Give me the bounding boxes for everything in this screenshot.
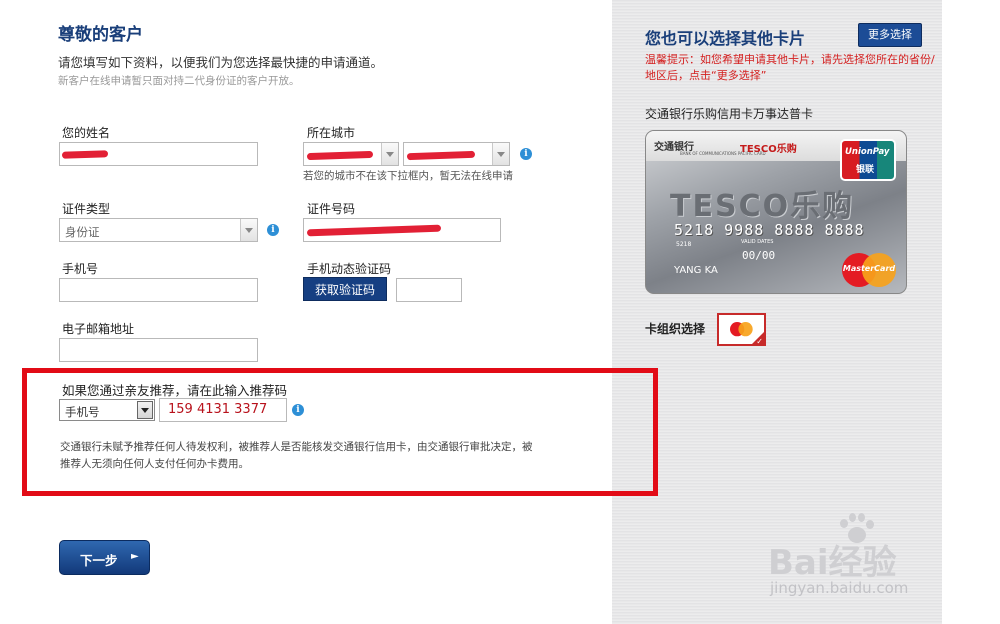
referral-type-select[interactable]: 手机号 bbox=[59, 399, 155, 421]
tesco-brand-mark: TESCO乐购 bbox=[670, 189, 855, 224]
card-bin: 5218 bbox=[676, 241, 692, 248]
get-code-button[interactable]: 获取验证码 bbox=[303, 277, 387, 301]
name-label: 您的姓名 bbox=[62, 126, 111, 140]
application-form-panel bbox=[0, 0, 612, 624]
form-subnote: 新客户在线申请暂只面对持二代身份证的客户开放。 bbox=[58, 75, 300, 87]
card-expiry: 00/00 bbox=[742, 249, 776, 262]
chevron-down-icon bbox=[492, 143, 509, 165]
valid-label: VALID DATES bbox=[741, 239, 774, 245]
more-options-button[interactable]: 更多选择 bbox=[858, 23, 922, 47]
sms-code-label: 手机动态验证码 bbox=[307, 262, 392, 276]
city-hint: 若您的城市不在该下拉框内，暂无法在线申请 bbox=[303, 170, 513, 182]
mobile-label: 手机号 bbox=[62, 262, 99, 276]
referral-type-value: 手机号 bbox=[65, 405, 100, 419]
sidebar-title: 您也可以选择其他卡片 bbox=[645, 29, 806, 48]
referral-code-input[interactable]: 159 4131 3377 bbox=[159, 398, 287, 422]
info-icon[interactable]: i bbox=[292, 404, 304, 416]
card-number: 5218 9988 8888 8888 bbox=[674, 221, 865, 239]
chevron-down-icon bbox=[240, 219, 257, 241]
chevron-down-icon bbox=[137, 401, 153, 419]
card-network-label: 卡组织选择 bbox=[645, 322, 706, 336]
mobile-input[interactable] bbox=[59, 278, 258, 302]
chevron-down-icon bbox=[381, 143, 398, 165]
arrow-right-icon: ► bbox=[131, 551, 139, 562]
watermark-url: jingyan.baidu.com bbox=[770, 579, 909, 597]
id-number-label: 证件号码 bbox=[307, 202, 356, 216]
card-holder: YANG KA bbox=[674, 265, 718, 276]
id-type-select[interactable]: 身份证 bbox=[59, 218, 258, 242]
sidebar-tip: 温馨提示：如您希望申请其他卡片，请先选择您所在的省份/地区后，点击“更多选择” bbox=[645, 53, 935, 82]
unionpay-text: UnionPay bbox=[845, 147, 890, 157]
tesco-logo: TESCO乐购 bbox=[740, 144, 797, 155]
mastercard-logo: MasterCard bbox=[842, 253, 896, 287]
page-title: 尊敬的客户 bbox=[58, 25, 143, 45]
card-name: 交通银行乐购信用卡万事达普卡 bbox=[645, 107, 814, 121]
email-label: 电子邮箱地址 bbox=[62, 322, 135, 336]
next-step-label: 下一步 bbox=[80, 553, 118, 568]
unionpay-cn-text: 银联 bbox=[856, 165, 875, 175]
form-intro: 请您填写如下资料，以便我们为您选择最快捷的申请通道。 bbox=[58, 55, 384, 70]
mastercard-option[interactable]: ✓ bbox=[717, 313, 766, 346]
referral-disclaimer: 交通银行未赋予推荐任何人待发权利，被推荐人是否能核发交通银行信用卡，由交通银行审… bbox=[60, 441, 533, 470]
id-type-value: 身份证 bbox=[65, 225, 100, 239]
info-icon[interactable]: i bbox=[520, 148, 532, 160]
id-type-label: 证件类型 bbox=[62, 202, 111, 216]
watermark-text: Bai经验 bbox=[768, 543, 897, 583]
card-selection-panel bbox=[612, 0, 942, 624]
referral-prompt: 如果您通过亲友推荐，请在此输入推荐码 bbox=[62, 383, 288, 398]
mastercard-icon bbox=[730, 322, 753, 337]
info-icon[interactable]: i bbox=[267, 224, 279, 236]
page-margin bbox=[942, 0, 1000, 624]
unionpay-logo: UnionPay 银联 bbox=[840, 139, 896, 181]
mastercard-text: MasterCard bbox=[842, 264, 896, 273]
email-input[interactable] bbox=[59, 338, 258, 362]
checkmark-icon: ✓ bbox=[756, 337, 763, 346]
sms-code-input[interactable] bbox=[396, 278, 462, 302]
credit-card-image: 交通银行 BANK OF COMMUNICATIONS PACIFIC CARD… bbox=[645, 130, 907, 294]
next-step-button[interactable]: 下一步 ► bbox=[59, 540, 150, 575]
city-label: 所在城市 bbox=[307, 126, 356, 140]
